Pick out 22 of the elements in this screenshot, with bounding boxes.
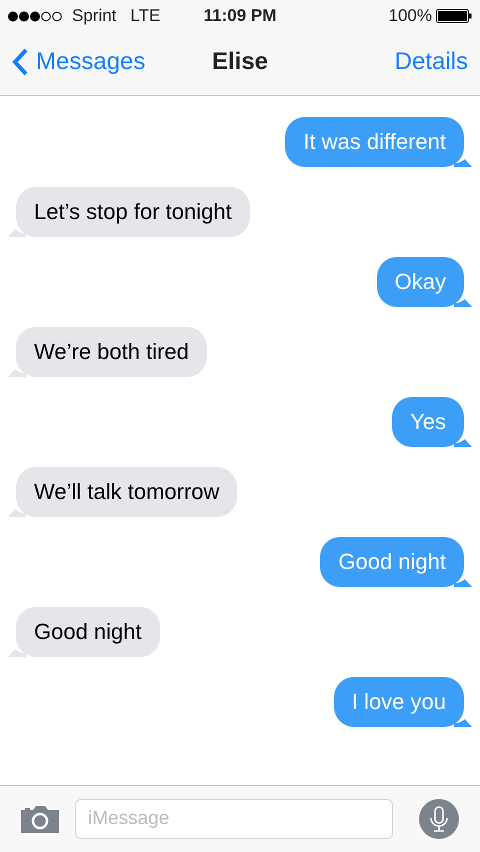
received-message-bubble: We’ll talk tomorrow bbox=[8, 467, 238, 517]
signal-icon bbox=[8, 10, 64, 22]
message-input-field[interactable]: iMessage bbox=[75, 799, 393, 839]
sent-message-bubble: I love you bbox=[334, 677, 472, 727]
network-label: LTE bbox=[130, 5, 160, 28]
carrier-label: Sprint bbox=[72, 5, 116, 28]
camera-icon[interactable] bbox=[21, 805, 59, 833]
back-link[interactable]: Messages bbox=[12, 44, 182, 80]
received-message-bubble: Good night bbox=[8, 607, 160, 657]
back-chevron-icon bbox=[12, 48, 28, 76]
sent-message-bubble: It was different bbox=[285, 117, 472, 167]
sent-message-bubble: Yes bbox=[392, 397, 472, 447]
status-time: 11:09 PM bbox=[202, 5, 278, 28]
sent-message-bubble: Good night bbox=[320, 537, 472, 587]
contact-name: Elise bbox=[210, 46, 270, 76]
battery-percent: 100% bbox=[388, 5, 432, 28]
battery-icon bbox=[436, 9, 472, 23]
received-message-bubble: Let’s stop for tonight bbox=[8, 187, 250, 237]
received-message-bubble: We’re both tired bbox=[8, 327, 207, 377]
sent-message-bubble: Okay bbox=[376, 257, 472, 307]
details-link[interactable]: Details bbox=[298, 44, 468, 80]
microphone-icon[interactable] bbox=[419, 799, 459, 839]
